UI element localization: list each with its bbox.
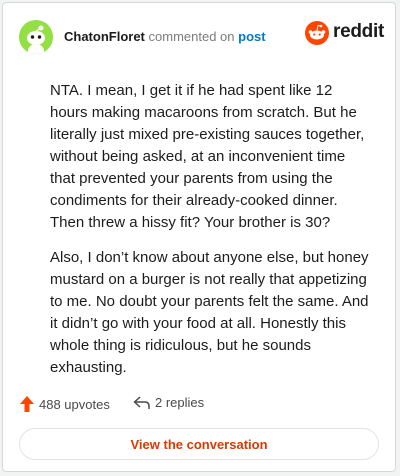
comment-footer: 488 upvotes 2 replies (19, 395, 379, 417)
comment-card: ChatonFloret commented on post reddit NT… (2, 2, 396, 472)
comment-header: ChatonFloret commented on post reddit (19, 18, 384, 54)
upvote-control[interactable]: 488 upvotes (19, 395, 110, 413)
replies-control[interactable]: 2 replies (133, 395, 204, 410)
user-avatar[interactable] (19, 20, 53, 54)
reddit-snoo-icon (305, 21, 329, 45)
action-text: commented on (148, 29, 235, 44)
comment-body: NTA. I mean, I get it if he had spent li… (50, 80, 370, 392)
view-conversation-button[interactable]: View the conversation (19, 428, 379, 460)
reply-arrow-icon (133, 395, 150, 409)
upvote-count: 488 upvotes (39, 396, 110, 412)
reddit-logo[interactable]: reddit (305, 18, 384, 48)
comment-byline: ChatonFloret commented on post (64, 29, 266, 44)
upvote-arrow-icon (20, 396, 34, 412)
comment-paragraph: NTA. I mean, I get it if he had spent li… (50, 82, 365, 231)
reddit-wordmark: reddit (333, 21, 384, 42)
username-link[interactable]: ChatonFloret (64, 29, 145, 44)
post-link[interactable]: post (238, 29, 265, 44)
reply-count: 2 replies (155, 395, 205, 410)
comment-paragraph: Also, I don’t know about anyone else, bu… (50, 249, 369, 376)
